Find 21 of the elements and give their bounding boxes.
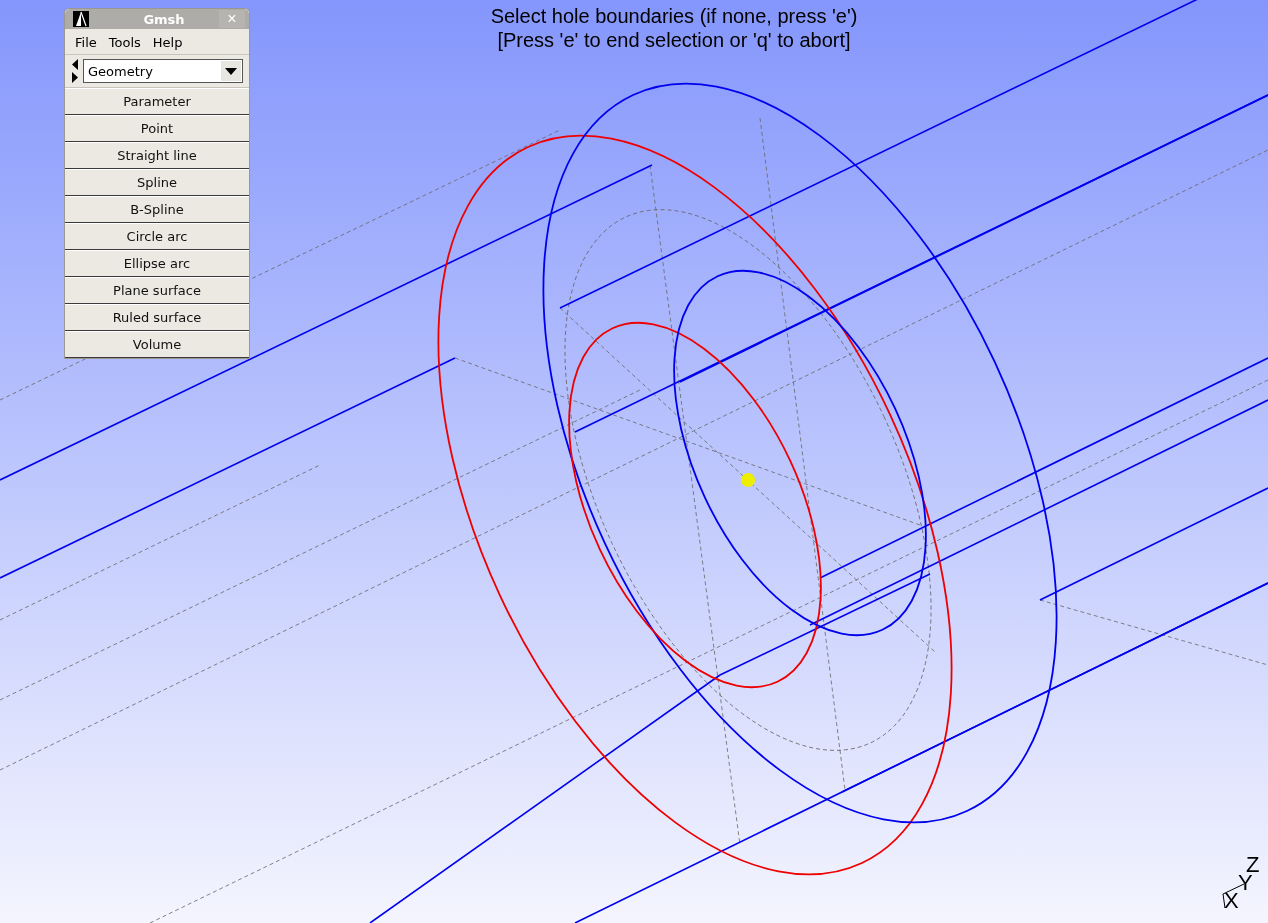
geometry-button[interactable]: Parameter [65, 88, 249, 115]
module-dropdown[interactable]: Geometry [83, 59, 243, 83]
geometry-button[interactable]: Volume [65, 331, 249, 358]
window-title: Gmsh [142, 11, 186, 27]
status-message: [Press 'e' to end selection or 'q' to abort] [497, 28, 851, 52]
menu-item[interactable]: Help [152, 35, 183, 50]
geometry-button[interactable]: Circle arc [65, 223, 249, 250]
menu-item[interactable]: Tools [108, 35, 141, 50]
geometry-button[interactable]: Point [65, 115, 249, 142]
geometry-button[interactable]: Plane surface [65, 277, 249, 304]
status-message: Select hole boundaries (if none, press 'e') [490, 4, 858, 28]
axis-label: X [1224, 890, 1239, 912]
geometry-button[interactable]: B-Spline [65, 196, 249, 223]
geometry-button[interactable]: Straight line [65, 142, 249, 169]
geometry-button[interactable]: Ruled surface [65, 304, 249, 331]
geometry-button[interactable]: Spline [65, 169, 249, 196]
prev-next-arrows-icon[interactable] [71, 58, 79, 84]
geometry-button[interactable]: Ellipse arc [65, 250, 249, 277]
caret-icon [221, 61, 241, 81]
menu-item[interactable]: File [75, 35, 97, 50]
app-logo-icon [73, 11, 89, 27]
